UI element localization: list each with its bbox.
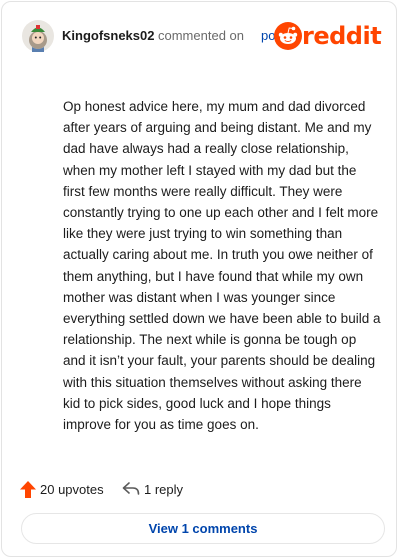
user-avatar[interactable] xyxy=(22,20,54,52)
reddit-logo[interactable]: reddit xyxy=(274,20,382,52)
comment-card: Kingofsneks02 commented on post reddit O… xyxy=(1,1,397,557)
reply-icon[interactable] xyxy=(122,481,140,497)
upvote-arrow-icon[interactable] xyxy=(20,481,36,498)
comment-body: Op honest advice here, my mum and dad di… xyxy=(63,99,381,433)
author-name[interactable]: Kingofsneks02 xyxy=(62,28,154,43)
reddit-wordmark: reddit xyxy=(302,22,382,50)
commented-on-text: commented on xyxy=(158,28,244,43)
reddit-snoo-icon xyxy=(274,22,302,50)
view-comments-button[interactable]: View 1 comments xyxy=(21,513,385,544)
comment-header: Kingofsneks02 commented on post reddit xyxy=(22,20,382,52)
upvote-count: 20 upvotes xyxy=(40,482,104,497)
reply-count[interactable]: 1 reply xyxy=(144,482,183,497)
comment-actions: 20 upvotes 1 reply xyxy=(20,479,380,499)
